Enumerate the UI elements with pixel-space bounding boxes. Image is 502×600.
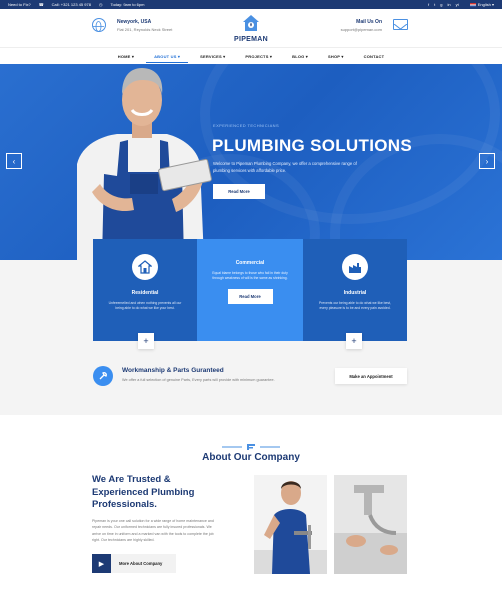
service-card-commercial[interactable]: Commercial Equal blame belongs to those … bbox=[197, 239, 303, 341]
tools-icon bbox=[93, 366, 113, 386]
about-title-line1: We Are Trusted & bbox=[92, 474, 171, 485]
language-label: English bbox=[477, 2, 491, 7]
logo[interactable]: PIPEMAN bbox=[228, 14, 274, 43]
logo-text: PIPEMAN bbox=[234, 36, 268, 43]
service-title: Residential bbox=[131, 290, 159, 296]
service-read-more-button[interactable]: Read More bbox=[227, 289, 273, 304]
about-title: We Are Trusted & Experienced Plumbing Pr… bbox=[92, 474, 194, 512]
nav-item-home[interactable]: HOME ▾ bbox=[110, 51, 142, 62]
make-appointment-button[interactable]: Make an Appointment bbox=[335, 368, 407, 384]
service-card-residential[interactable]: Residential Unfeeemelied and when nothin… bbox=[93, 239, 197, 341]
hero-desc-line1: Welcome to Pipeman Plumbing Company, we … bbox=[213, 161, 357, 166]
nav-item-shop[interactable]: SHOP ▾ bbox=[320, 51, 352, 62]
google-icon[interactable]: g bbox=[440, 2, 442, 7]
hero-slider: EXPERIENCED TECHNICIANS PLUMBING SOLUTIO… bbox=[0, 64, 502, 260]
section-divider-icon bbox=[222, 444, 280, 450]
nav-item-projects[interactable]: PROJECTS ▾ bbox=[237, 51, 280, 62]
about-title-line3: Professionals. bbox=[92, 499, 157, 510]
service-title: Industrial bbox=[343, 290, 367, 296]
service-description: Prevents our being able to do what we li… bbox=[319, 301, 391, 310]
nav-item-about[interactable]: ABOUT US ▾ bbox=[146, 51, 189, 63]
location-sub: Flat 201, Reynolds Neck Street bbox=[117, 27, 173, 32]
twitter-icon[interactable]: t bbox=[434, 2, 435, 7]
flag-icon bbox=[469, 2, 476, 7]
service-description: Equal blame belongs to those who fail in… bbox=[212, 271, 288, 280]
nav-item-blog[interactable]: BLOG ▾ bbox=[284, 51, 316, 62]
about-title-line2: Experienced Plumbing bbox=[92, 486, 195, 498]
globe-icon bbox=[92, 18, 106, 32]
hero-desc-line2: plumbing services with affordable price. bbox=[213, 168, 287, 173]
service-description: Unfeeemelied and when nothing prevents a… bbox=[108, 301, 182, 310]
nav-item-contact[interactable]: CONTACT bbox=[356, 51, 393, 62]
hero-description: Welcome to Pipeman Plumbing Company, we … bbox=[213, 160, 357, 174]
page: Need to Fix? ☎ Call: +321 123 45 978 ◷ T… bbox=[0, 0, 502, 600]
hero-eyebrow: EXPERIENCED TECHNICIANS bbox=[213, 123, 280, 128]
facebook-icon[interactable]: f bbox=[428, 2, 429, 7]
main-nav: HOME ▾ ABOUT US ▾ SERVICES ▾ PROJECTS ▾ … bbox=[0, 47, 502, 64]
youtube-icon[interactable]: yt bbox=[456, 2, 459, 7]
phone-icon: ☎ bbox=[38, 2, 44, 7]
about-paragraph: Pipeman is your one call solution for a … bbox=[92, 519, 214, 542]
guarantee-description: We offer a full selection of genuine Par… bbox=[122, 378, 275, 382]
factory-icon bbox=[342, 254, 368, 280]
plumber-photo bbox=[254, 475, 327, 574]
slider-prev-button[interactable]: ‹ bbox=[6, 153, 22, 169]
location-title: Newyork, USA bbox=[117, 19, 152, 25]
more-about-label: More About Company bbox=[119, 561, 163, 566]
mail-block: Mail Us On support@pipeman.com bbox=[341, 19, 382, 32]
service-card-industrial[interactable]: Industrial Prevents our being able to do… bbox=[303, 239, 407, 341]
hero-read-more-button[interactable]: Read More bbox=[213, 184, 265, 199]
guarantee-title: Workmanship & Parts Guranteed bbox=[122, 367, 224, 374]
hours-text: Today: 9am to 6pm bbox=[110, 2, 145, 7]
chevron-right-icon: › bbox=[485, 156, 489, 166]
clock-icon: ◷ bbox=[98, 2, 103, 7]
play-icon: ▶ bbox=[92, 554, 111, 573]
logo-house-icon bbox=[243, 15, 259, 31]
mail-sub[interactable]: support@pipeman.com bbox=[341, 27, 382, 32]
call-text[interactable]: Call: +321 123 45 978 bbox=[52, 2, 91, 7]
more-about-button[interactable]: ▶ More About Company bbox=[92, 554, 176, 573]
location-block: Newyork, USA Flat 201, Reynolds Neck Str… bbox=[117, 19, 172, 32]
chevron-left-icon: ‹ bbox=[12, 156, 16, 166]
top-bar: Need to Fix? ☎ Call: +321 123 45 978 ◷ T… bbox=[0, 0, 502, 9]
hero-title: PLUMBING SOLUTIONS bbox=[212, 136, 412, 155]
plus-button[interactable]: + bbox=[346, 333, 362, 349]
mail-title: Mail Us On bbox=[356, 19, 382, 25]
plumber-illustration bbox=[77, 68, 212, 260]
envelope-icon bbox=[393, 19, 408, 30]
nav-item-services[interactable]: SERVICES ▾ bbox=[192, 51, 233, 62]
about-heading: About Our Company bbox=[202, 452, 300, 463]
header: Newyork, USA Flat 201, Reynolds Neck Str… bbox=[0, 9, 502, 47]
plus-button[interactable]: + bbox=[138, 333, 154, 349]
language-selector[interactable]: English ▾ bbox=[469, 2, 494, 7]
slider-next-button[interactable]: › bbox=[479, 153, 495, 169]
house-icon bbox=[132, 254, 158, 280]
service-title: Commercial bbox=[235, 260, 265, 266]
need-fix-text: Need to Fix? bbox=[8, 2, 31, 7]
faucet-photo bbox=[334, 475, 407, 574]
linkedin-icon[interactable]: in bbox=[448, 2, 451, 7]
